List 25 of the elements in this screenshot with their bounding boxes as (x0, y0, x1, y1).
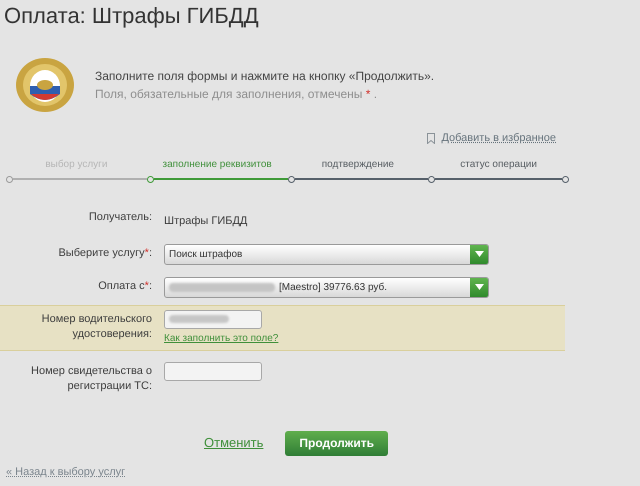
step-label: подтверждение (320, 158, 395, 170)
blurred-value (169, 315, 229, 323)
back-link[interactable]: « Назад к выбору услуг (6, 464, 126, 480)
field-label: Выберите услугу*: (58, 246, 152, 260)
step-label: заполнение реквизитов (162, 158, 273, 170)
continue-button[interactable]: Продолжить (285, 430, 388, 456)
help-link[interactable]: Как заполнить это поле? (164, 330, 278, 346)
input-field[interactable] (164, 310, 262, 328)
cancel-link[interactable]: Отменить (204, 433, 264, 453)
emblem-icon (14, 56, 76, 114)
page-title: Оплата: Штрафы ГИБДД (3, 2, 260, 27)
add-to-favorites-link[interactable]: Добавить в избранное (441, 130, 556, 146)
step-node (6, 176, 13, 182)
field-label: Оплата с*: (98, 278, 152, 294)
instruction-text: Заполните поля формы и нажмите на кнопку «Продолжить». (95, 68, 434, 85)
select-field[interactable]: [Maestro] 39776.63 руб. (164, 276, 489, 298)
required-hint: Поля, обязательные для заполнения, отмечены * . (95, 86, 378, 103)
recipient-value: Штрафы ГИБДД (164, 214, 248, 226)
field-label: Получатель: (88, 210, 152, 224)
field-label: Номер свидетельства о регистрации ТС: (30, 364, 152, 394)
input-field[interactable] (164, 362, 262, 380)
field-label: Номер водительского удостоверения: (40, 312, 152, 342)
step-label: статус операции (459, 158, 538, 170)
bookmark-icon (427, 132, 436, 144)
select-field[interactable]: Поиск штрафов (164, 244, 489, 264)
